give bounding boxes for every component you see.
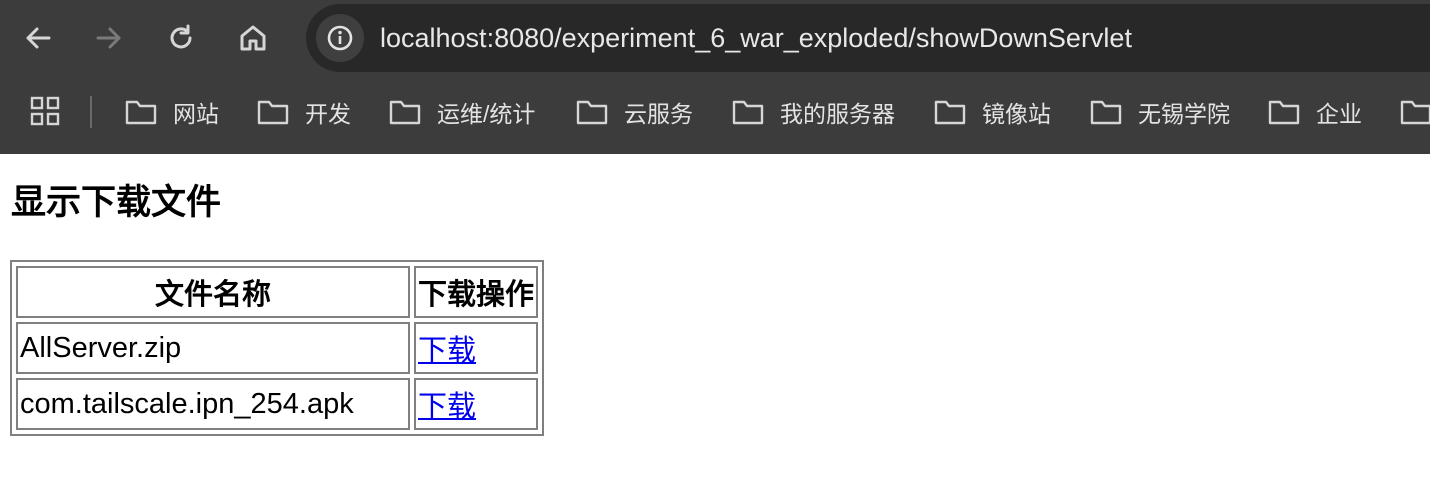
bookmark-label: 无锡学院 [1138,101,1230,127]
bookmark-label: 运维/统计 [437,101,536,127]
bookmarks-divider [90,96,92,128]
bookmark-folder-cloud[interactable]: 云服务 [576,92,693,132]
apps-button[interactable] [30,96,60,131]
info-icon [327,25,353,51]
column-header-file-name: 文件名称 [16,266,410,318]
file-name-cell: com.tailscale.ipn_254.apk [16,378,410,430]
url-text[interactable]: localhost:8080/experiment_6_war_exploded… [380,23,1132,53]
reload-icon [170,24,192,49]
download-link[interactable]: 下载 [418,335,476,367]
home-button[interactable] [233,18,273,58]
bookmark-label: 我的服务器 [780,101,895,127]
reload-button[interactable] [161,18,201,58]
forward-arrow-icon [96,27,121,49]
bookmark-folder-enterprise[interactable]: 企业 [1268,92,1362,132]
column-header-download-action: 下载操作 [414,266,539,318]
bookmark-folder-overflow[interactable] [1400,92,1430,132]
bookmark-folder-ops[interactable]: 运维/统计 [389,92,535,132]
back-button[interactable] [18,18,58,58]
folder-icon [732,100,764,125]
bookmark-folder-websites[interactable]: 网站 [125,92,219,132]
home-icon [240,25,266,51]
bookmark-folder-university[interactable]: 无锡学院 [1090,92,1230,132]
folder-icon [257,100,289,125]
bookmark-label: 云服务 [624,101,693,127]
browser-chrome: localhost:8080/experiment_6_war_exploded… [0,0,1430,154]
file-name-cell: AllServer.zip [16,322,410,374]
download-action-cell: 下载 [414,378,539,430]
site-info-button[interactable] [316,14,364,62]
folder-icon [934,100,966,125]
folder-icon [389,100,421,125]
bookmark-label: 网站 [173,101,219,127]
bookmark-label: 开发 [305,101,351,127]
table-header-row: 文件名称 下载操作 [16,266,539,318]
table-row: AllServer.zip 下载 [16,322,539,374]
back-arrow-icon [26,27,51,49]
folder-icon [125,100,157,125]
folder-icon [1268,100,1300,125]
page-title: 显示下载文件 [11,183,222,222]
folder-icon [1400,100,1430,125]
bookmark-folder-mirrors[interactable]: 镜像站 [934,92,1051,132]
bookmark-label: 企业 [1316,101,1362,127]
address-bar[interactable]: localhost:8080/experiment_6_war_exploded… [306,4,1430,72]
bookmark-folder-servers[interactable]: 我的服务器 [732,92,895,132]
bookmarks-bar: 网站 开发 运维/统计 云服务 我的服务器 镜像站 无锡学院 企业 [0,78,1430,154]
download-link[interactable]: 下载 [418,391,476,423]
forward-button[interactable] [89,18,129,58]
table-row: com.tailscale.ipn_254.apk 下载 [16,378,539,430]
download-files-table: 文件名称 下载操作 AllServer.zip 下载 com.tailscale… [10,260,545,436]
download-action-cell: 下载 [414,322,539,374]
page-content: 显示下载文件 文件名称 下载操作 AllServer.zip 下载 com.ta… [0,154,1430,496]
bookmark-label: 镜像站 [982,101,1051,127]
folder-icon [576,100,608,125]
folder-icon [1090,100,1122,125]
bookmark-folder-dev[interactable]: 开发 [257,92,351,132]
apps-grid-icon [30,96,60,126]
browser-toolbar: localhost:8080/experiment_6_war_exploded… [0,0,1430,78]
